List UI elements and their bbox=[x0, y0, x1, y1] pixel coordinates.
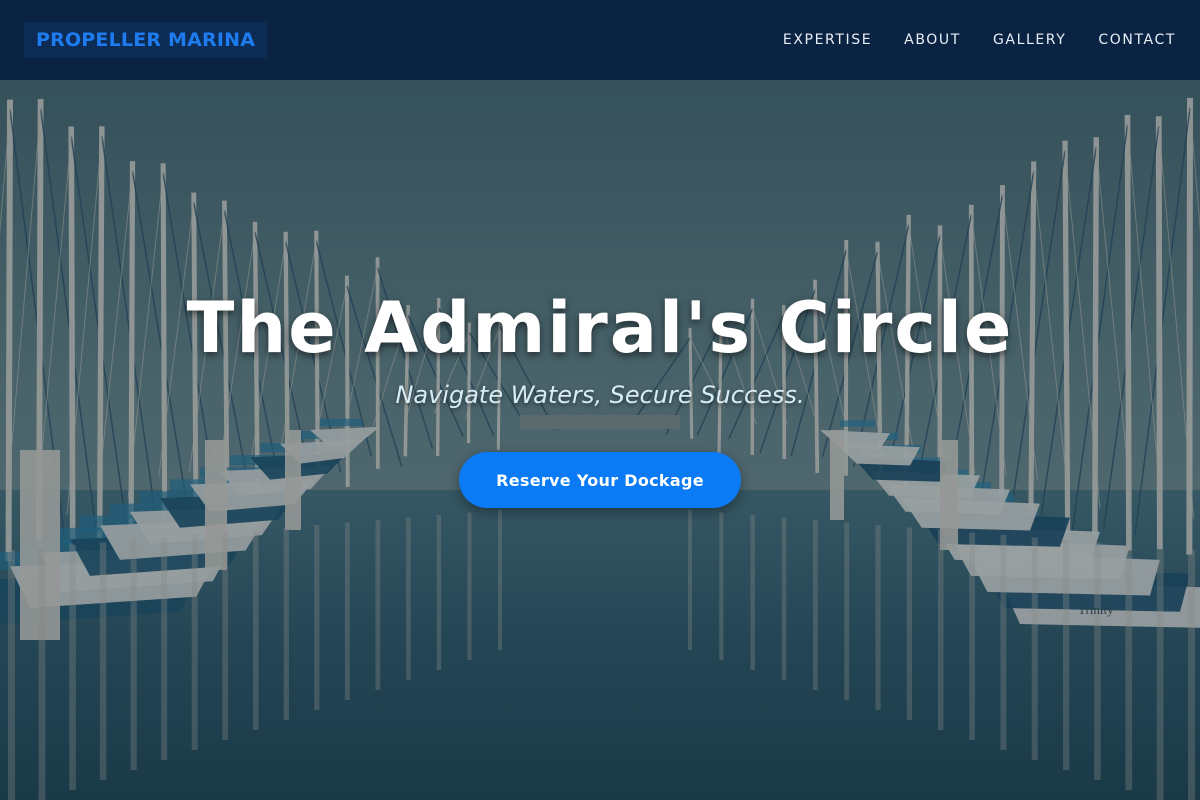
hero-title: The Admiral's Circle bbox=[186, 287, 1014, 369]
page: PROPELLER MARINA EXPERTISE ABOUT GALLERY… bbox=[0, 0, 1200, 800]
nav-link-contact[interactable]: CONTACT bbox=[1098, 32, 1176, 48]
site-header: PROPELLER MARINA EXPERTISE ABOUT GALLERY… bbox=[0, 0, 1200, 80]
brand-logo[interactable]: PROPELLER MARINA bbox=[24, 22, 268, 58]
hero-subtitle: Navigate Waters, Secure Success. bbox=[395, 381, 805, 409]
hero-content: The Admiral's Circle Navigate Waters, Se… bbox=[0, 80, 1200, 800]
nav-link-expertise[interactable]: EXPERTISE bbox=[783, 32, 872, 48]
nav-link-gallery[interactable]: GALLERY bbox=[993, 32, 1066, 48]
nav-link-about[interactable]: ABOUT bbox=[904, 32, 961, 48]
reserve-dockage-button[interactable]: Reserve Your Dockage bbox=[459, 452, 741, 508]
hero-section: Trinity The Admiral's Circle Navigate Wa… bbox=[0, 80, 1200, 800]
main-nav: EXPERTISE ABOUT GALLERY CONTACT bbox=[783, 0, 1176, 80]
